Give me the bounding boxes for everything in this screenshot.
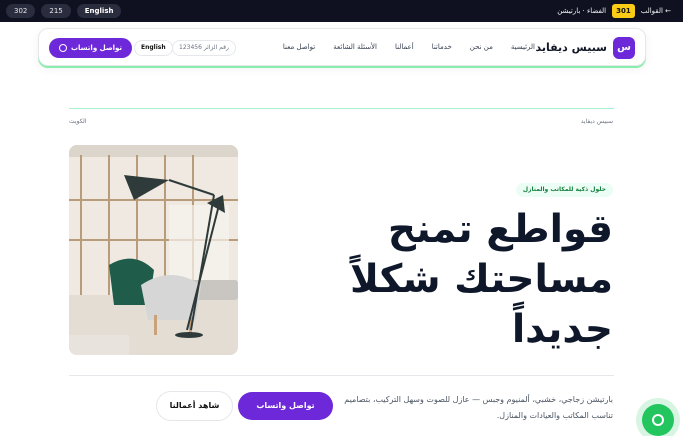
nav-whatsapp-button[interactable]: تواصل واتساب [49,38,133,58]
counter-pill-2[interactable]: 215 [41,4,71,18]
template-number-badge: 301 [612,4,635,18]
template-name: الفضاء · بارتيشن [557,7,607,15]
whatsapp-icon [59,44,67,52]
nav-link-home[interactable]: الرئيسية [511,43,535,51]
hero-description: بارتيشن زجاجي، خشبي، ألمنيوم وجبس — عازل… [344,395,613,420]
top-bar: 302 215 English ← القوالب 301 الفضاء · ب… [0,0,683,22]
hero-headline: قواطع تمنح مساحتك شكلاً جديداً [283,205,613,355]
counter-pill-1[interactable]: 302 [6,4,36,18]
language-toggle[interactable]: English [134,40,173,56]
brand-name[interactable]: سبيس ديفايد [536,41,607,54]
top-bar-left: 302 215 English [6,4,122,18]
top-bar-right: ← القوالب 301 الفضاء · بارتيشن [557,4,671,18]
hero-tag: حلول ذكية للمكاتب والمنازل [515,183,613,197]
templates-back-link[interactable]: ← القوالب [641,4,671,18]
nav-link-faq[interactable]: الأسئلة الشائعة [333,43,377,51]
whatsapp-icon [652,414,664,426]
visitor-number: 123456 رقم الزائر [172,40,236,56]
headline-line-1: قواطع تمنح [387,207,613,252]
nav-link-about[interactable]: من نحن [470,43,493,51]
breadcrumb[interactable]: سبيس ديفايد [581,118,613,125]
nav-link-services[interactable]: خدماتنا [432,43,452,51]
view-works-button[interactable]: شاهد أعمالنا [156,391,233,421]
hero-divider [69,375,614,376]
location-label: الكويت [69,118,87,125]
logo-icon[interactable]: س [613,37,635,59]
nav-links: الرئيسية من نحن خدماتنا أعمالنا الأسئلة … [283,43,535,51]
view-works-label: شاهد أعمالنا [169,401,220,410]
headline-line-3: جديداً [511,307,613,352]
headline-line-2: مساحتك شكلاً [349,257,613,302]
whatsapp-cta-button[interactable]: تواصل واتساب [238,392,333,420]
whatsapp-cta-label: تواصل واتساب [256,401,315,410]
section-divider [69,108,614,109]
main-navbar: س سبيس ديفايد الرئيسية من نحن خدماتنا أع… [38,28,646,66]
office-lounge-illustration [69,145,238,355]
nav-link-works[interactable]: أعمالنا [395,43,414,51]
floating-whatsapp-button[interactable] [642,404,674,436]
nav-link-contact[interactable]: تواصل معنا [283,43,315,51]
nav-whatsapp-label: تواصل واتساب [71,44,123,52]
hero-image [69,145,238,355]
language-pill[interactable]: English [76,4,122,18]
